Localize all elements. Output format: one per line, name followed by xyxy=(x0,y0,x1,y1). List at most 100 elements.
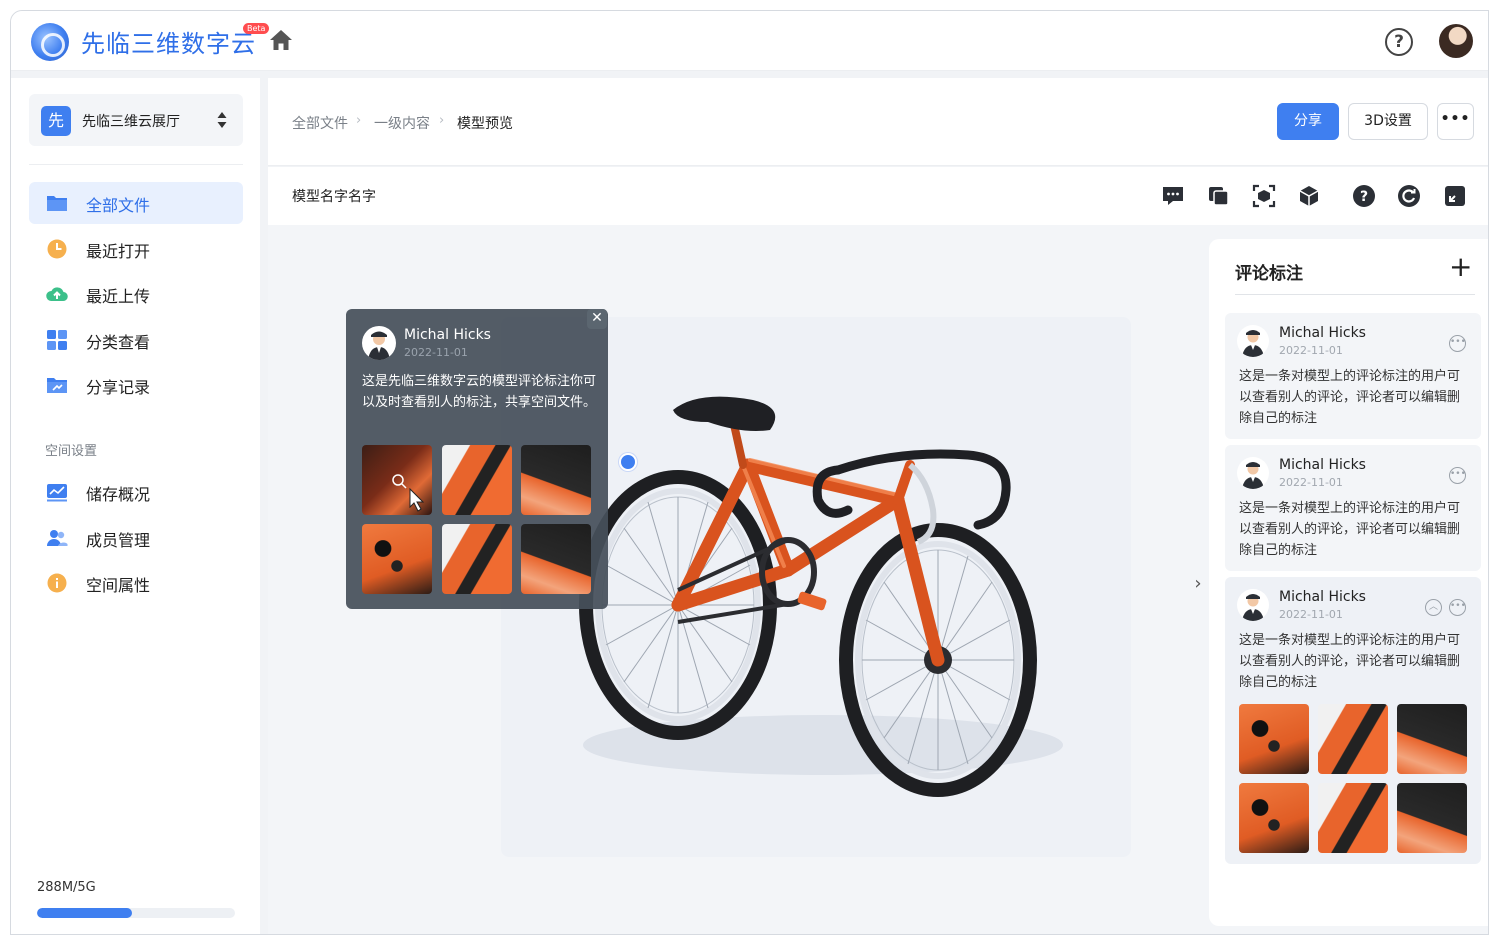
breadcrumb-all-files[interactable]: 全部文件 xyxy=(292,113,348,133)
sidebar-item-recent-open[interactable]: 最近打开 xyxy=(29,228,243,270)
comment-card[interactable]: Michal Hicks 2022-11-01 ••• 这是一条对模型上的评论标… xyxy=(1225,313,1481,439)
logo-icon[interactable] xyxy=(31,23,69,61)
comment-image-thumbnail[interactable] xyxy=(1318,704,1388,774)
commenter-name: Michal Hicks xyxy=(404,327,491,343)
comment-date: 2022-11-01 xyxy=(1279,608,1343,621)
svg-text:?: ? xyxy=(1360,189,1368,205)
comment-image-thumbnail[interactable] xyxy=(362,445,432,515)
panel-divider xyxy=(1235,294,1475,295)
comment-card-expanded[interactable]: Michal Hicks 2022-11-01 ︿ ••• 这是一条对模型上的评… xyxy=(1225,577,1481,864)
person-avatar-icon xyxy=(1242,462,1264,489)
comment-image-thumbnail[interactable] xyxy=(362,524,432,594)
more-options-icon[interactable]: ••• xyxy=(1449,599,1466,616)
sort-arrows-icon xyxy=(217,112,227,128)
zoom-cursor-icon xyxy=(392,474,425,512)
sidebar-item-label: 空间属性 xyxy=(86,576,151,595)
space-badge: 先 xyxy=(41,106,71,136)
sidebar-item-storage[interactable]: 储存概况 xyxy=(29,471,243,513)
more-button[interactable]: ••• xyxy=(1437,103,1474,140)
commenter-avatar xyxy=(362,326,396,360)
comment-date: 2022-11-01 xyxy=(404,346,468,359)
sidebar-item-recent-upload[interactable]: 最近上传 xyxy=(29,273,243,315)
sidebar-item-label: 分享记录 xyxy=(86,378,151,397)
sidebar-item-all-files[interactable]: 全部文件 xyxy=(29,182,243,224)
comment-image-thumbnail[interactable] xyxy=(521,445,591,515)
question-circle-icon[interactable]: ? xyxy=(1385,28,1413,56)
commenter-avatar xyxy=(1237,589,1269,621)
sidebar-item-label: 全部文件 xyxy=(86,196,151,215)
comment-image-thumbnail[interactable] xyxy=(521,524,591,594)
sidebar-item-share-records[interactable]: 分享记录 xyxy=(29,364,243,406)
comment-image-thumbnail[interactable] xyxy=(442,445,512,515)
comment-card[interactable]: Michal Hicks 2022-11-01 ••• 这是一条对模型上的评论标… xyxy=(1225,445,1481,571)
app-brand[interactable]: 先临三维数字云 xyxy=(81,24,256,59)
commenter-avatar xyxy=(1237,457,1269,489)
sidebar: 先 先临三维云展厅 全部文件 最近打开 最近上传 分类查看 分享记录 空间设置 … xyxy=(11,78,260,934)
sidebar-item-label: 分类查看 xyxy=(86,333,151,352)
sidebar-item-properties[interactable]: 空间属性 xyxy=(29,562,243,604)
section-title-space-settings: 空间设置 xyxy=(45,444,98,459)
scan-icon[interactable] xyxy=(1252,184,1276,208)
comments-panel-title: 评论标注 xyxy=(1235,264,1303,284)
share-folder-icon xyxy=(47,378,67,393)
cloud-upload-icon xyxy=(46,287,68,302)
storage-progress-fill xyxy=(37,908,133,918)
fullscreen-icon[interactable] xyxy=(1443,184,1467,208)
breadcrumb-separator-icon: › xyxy=(439,113,445,128)
cube-icon[interactable] xyxy=(1297,184,1321,208)
chart-icon xyxy=(47,484,67,502)
grid-icon xyxy=(47,330,67,350)
model-toolbar: 模型名字名字 ? xyxy=(268,167,1488,225)
beta-badge: Beta xyxy=(243,23,270,34)
commenter-name: Michal Hicks xyxy=(1279,589,1366,605)
user-avatar[interactable] xyxy=(1439,24,1473,58)
sidebar-item-label: 最近打开 xyxy=(86,242,151,261)
storage-progress xyxy=(37,908,235,918)
comment-image-thumbnail[interactable] xyxy=(1318,783,1388,853)
comment-date: 2022-11-01 xyxy=(1279,344,1343,357)
sidebar-item-label: 储存概况 xyxy=(86,485,151,504)
comment-image-thumbnail[interactable] xyxy=(442,524,512,594)
commenter-name: Michal Hicks xyxy=(1279,325,1366,341)
share-button[interactable]: 分享 xyxy=(1277,103,1339,140)
breadcrumb-level-one[interactable]: 一级内容 xyxy=(374,113,430,133)
collapse-icon[interactable]: ︿ xyxy=(1425,599,1442,616)
info-icon xyxy=(47,573,67,593)
top-header: 先临三维数字云 Beta ? xyxy=(11,11,1488,71)
comment-popup: Michal Hicks 2022-11-01 这是先临三维数字云的模型评论标注… xyxy=(346,309,608,609)
add-comment-icon[interactable]: + xyxy=(1449,252,1472,282)
space-selector[interactable]: 先 先临三维云展厅 xyxy=(29,94,243,146)
app-frame: 先临三维数字云 Beta ? 先 先临三维云展厅 全部文件 最近打开 最近上传 … xyxy=(10,10,1489,935)
comment-image-thumbnail[interactable] xyxy=(1397,783,1467,853)
breadcrumb-current: 模型预览 xyxy=(457,116,513,132)
sidebar-item-label: 成员管理 xyxy=(86,531,151,550)
person-avatar-icon xyxy=(1242,594,1264,621)
home-icon[interactable] xyxy=(269,29,293,51)
annotation-marker[interactable] xyxy=(619,453,637,471)
sidebar-item-label: 最近上传 xyxy=(86,287,151,306)
comment-text: 这是先临三维数字云的模型评论标注你可以及时查看别人的标注，共享空间文件。 xyxy=(362,374,597,410)
content-topbar: 全部文件 › 一级内容 › 模型预览 分享 3D设置 ••• xyxy=(268,78,1488,166)
close-icon[interactable]: ✕ xyxy=(587,309,607,329)
commenter-avatar xyxy=(1237,325,1269,357)
comment-text: 这是一条对模型上的评论标注的用户可以查看别人的评论，评论者可以编辑删除自己的标注 xyxy=(1239,501,1461,558)
person-avatar-icon xyxy=(368,331,390,360)
more-options-icon[interactable]: ••• xyxy=(1449,467,1466,484)
users-icon xyxy=(47,530,68,546)
help-icon[interactable]: ? xyxy=(1352,184,1376,208)
3d-settings-button[interactable]: 3D设置 xyxy=(1348,103,1428,140)
reset-icon[interactable] xyxy=(1397,184,1421,208)
comment-image-thumbnail[interactable] xyxy=(1397,704,1467,774)
sidebar-item-category[interactable]: 分类查看 xyxy=(29,319,243,361)
bicycle-3d-model[interactable] xyxy=(538,360,1078,800)
comment-icon[interactable] xyxy=(1161,184,1185,208)
layers-icon[interactable] xyxy=(1207,184,1231,208)
comment-text: 这是一条对模型上的评论标注的用户可以查看别人的评论，评论者可以编辑删除自己的标注 xyxy=(1239,633,1461,690)
comment-text: 这是一条对模型上的评论标注的用户可以查看别人的评论，评论者可以编辑删除自己的标注 xyxy=(1239,369,1461,426)
chevron-right-icon[interactable]: › xyxy=(1189,567,1207,601)
sidebar-item-members[interactable]: 成员管理 xyxy=(29,517,243,559)
comment-image-thumbnail[interactable] xyxy=(1239,704,1309,774)
more-options-icon[interactable]: ••• xyxy=(1449,335,1466,352)
comment-image-thumbnail[interactable] xyxy=(1239,783,1309,853)
space-name: 先临三维云展厅 xyxy=(82,114,180,130)
